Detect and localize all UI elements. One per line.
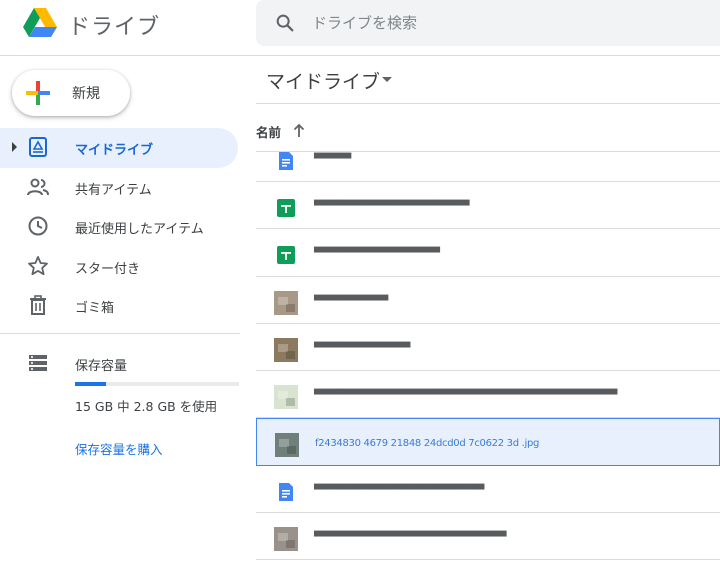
image-thumbnail-icon [274, 385, 298, 410]
file-name: ▀▀▀▀▀▀▀▀▀▀▀▀▀▀▀▀▀▀▀▀▀ [314, 201, 470, 212]
file-row[interactable]: ▀▀▀▀▀▀▀▀▀▀▀▀▀▀▀▀▀▀▀▀▀ [256, 182, 720, 230]
app-title: ドライブ [68, 15, 161, 40]
sidebar-item-label: ゴミ箱 [75, 301, 115, 316]
storage-usage-text: 15 GB 中 2.8 GB を使用 [75, 399, 218, 414]
sidebar-item-recent[interactable]: 最近使用したアイテム [0, 207, 238, 247]
file-row[interactable]: ▀▀▀▀▀▀▀▀▀▀▀▀▀▀▀▀▀▀▀▀▀▀▀ [256, 466, 720, 514]
drive-logo-icon[interactable] [22, 6, 58, 42]
file-row[interactable]: ▀▀▀▀▀▀▀▀▀▀▀▀▀ [256, 324, 720, 372]
sidebar-item-label: マイドライブ [75, 143, 154, 158]
file-row[interactable]: ▀▀▀▀▀ [256, 135, 720, 182]
sidebar-item-label: 共有アイテム [75, 182, 152, 198]
sidebar-divider [0, 333, 240, 334]
image-thumbnail-icon [274, 290, 298, 315]
file-name: ▀▀▀▀▀▀▀▀▀▀▀▀▀ [314, 342, 411, 354]
sidebar-item-shared[interactable]: 共有アイテム [0, 168, 238, 208]
sidebar-item-starred[interactable]: スター付き [0, 247, 238, 287]
file-name: f2434830 4679 21848 24dcd0d 7c0622 3d .j… [315, 438, 540, 450]
file-row[interactable]: f2434830 4679 21848 24dcd0d 7c0622 3d .j… [256, 418, 720, 466]
search-input[interactable] [312, 0, 702, 46]
search-icon[interactable] [274, 12, 296, 34]
new-button[interactable]: 新規 [12, 70, 130, 116]
new-button-label: 新規 [72, 86, 100, 102]
title-divider [256, 103, 720, 104]
file-name: ▀▀▀▀▀ [314, 154, 351, 165]
storage-icon [29, 355, 47, 371]
google-sheets-icon [277, 246, 295, 265]
storage-progress-bar [75, 382, 239, 386]
google-docs-icon [279, 152, 293, 170]
trash-icon [30, 295, 46, 315]
my-drive-icon [29, 137, 47, 157]
file-name: ▀▀▀▀▀▀▀▀▀▀▀▀▀▀▀▀▀▀▀▀▀▀▀ [314, 484, 484, 496]
list-header-divider [256, 151, 720, 152]
image-thumbnail-icon [275, 433, 299, 458]
plus-icon [26, 81, 50, 105]
top-bar: ドライブ [0, 0, 720, 56]
clock-icon [28, 216, 48, 236]
expand-caret-icon[interactable] [12, 142, 17, 152]
sidebar-item-trash[interactable]: ゴミ箱 [0, 286, 238, 326]
google-docs-icon [279, 482, 293, 501]
storage-label[interactable]: 保存容量 [75, 355, 127, 374]
chevron-down-icon[interactable] [382, 77, 392, 82]
file-row[interactable]: ▀▀▀▀▀▀▀▀▀▀ [256, 277, 720, 324]
sidebar-item-label: スター付き [75, 261, 141, 277]
google-sheets-icon [277, 199, 295, 217]
sidebar-item-my-drive[interactable]: マイドライブ [0, 128, 238, 168]
file-list: ▀▀▀▀▀ ▀▀▀▀▀▀▀▀▀▀▀▀▀▀▀▀▀▀▀▀▀ ▀▀▀▀▀▀▀▀▀▀▀▀▀▀… [256, 135, 720, 561]
file-name: ▀▀▀▀▀▀▀▀▀▀▀▀▀▀▀▀▀▀▀▀▀▀▀▀▀▀ [314, 532, 507, 544]
file-row[interactable]: ▀▀▀▀▀▀▀▀▀▀▀▀▀▀▀▀▀ [256, 229, 720, 277]
file-name: ▀▀▀▀▀▀▀▀▀▀ [314, 295, 388, 307]
star-icon [28, 255, 48, 275]
buy-storage-link[interactable]: 保存容量を購入 [75, 439, 163, 458]
file-row[interactable]: ▀▀▀▀▀▀▀▀▀▀▀▀▀▀▀▀▀▀▀▀▀▀▀▀▀▀▀▀▀▀▀▀▀▀▀▀▀▀▀▀… [256, 371, 720, 419]
storage-progress-fill [75, 382, 106, 386]
file-name: ▀▀▀▀▀▀▀▀▀▀▀▀▀▀▀▀▀ [314, 248, 440, 260]
sidebar-nav: マイドライブ 共有アイテム 最近使用したアイテム スター付き ゴミ箱 [0, 128, 240, 326]
search-bar[interactable] [256, 0, 720, 46]
sidebar-item-label: 最近使用したアイテム [75, 222, 204, 237]
shared-people-icon [27, 178, 49, 195]
file-name: ▀▀▀▀▀▀▀▀▀▀▀▀▀▀▀▀▀▀▀▀▀▀▀▀▀▀▀▀▀▀▀▀▀▀▀▀▀▀▀▀… [314, 390, 618, 402]
file-row[interactable]: ▀▀▀▀▀▀▀▀▀▀▀▀▀▀▀▀▀▀▀▀▀▀▀▀▀▀ [256, 513, 720, 561]
page-title[interactable]: マイドライブ [266, 67, 380, 94]
image-thumbnail-icon [274, 337, 298, 362]
image-thumbnail-icon [274, 527, 298, 552]
